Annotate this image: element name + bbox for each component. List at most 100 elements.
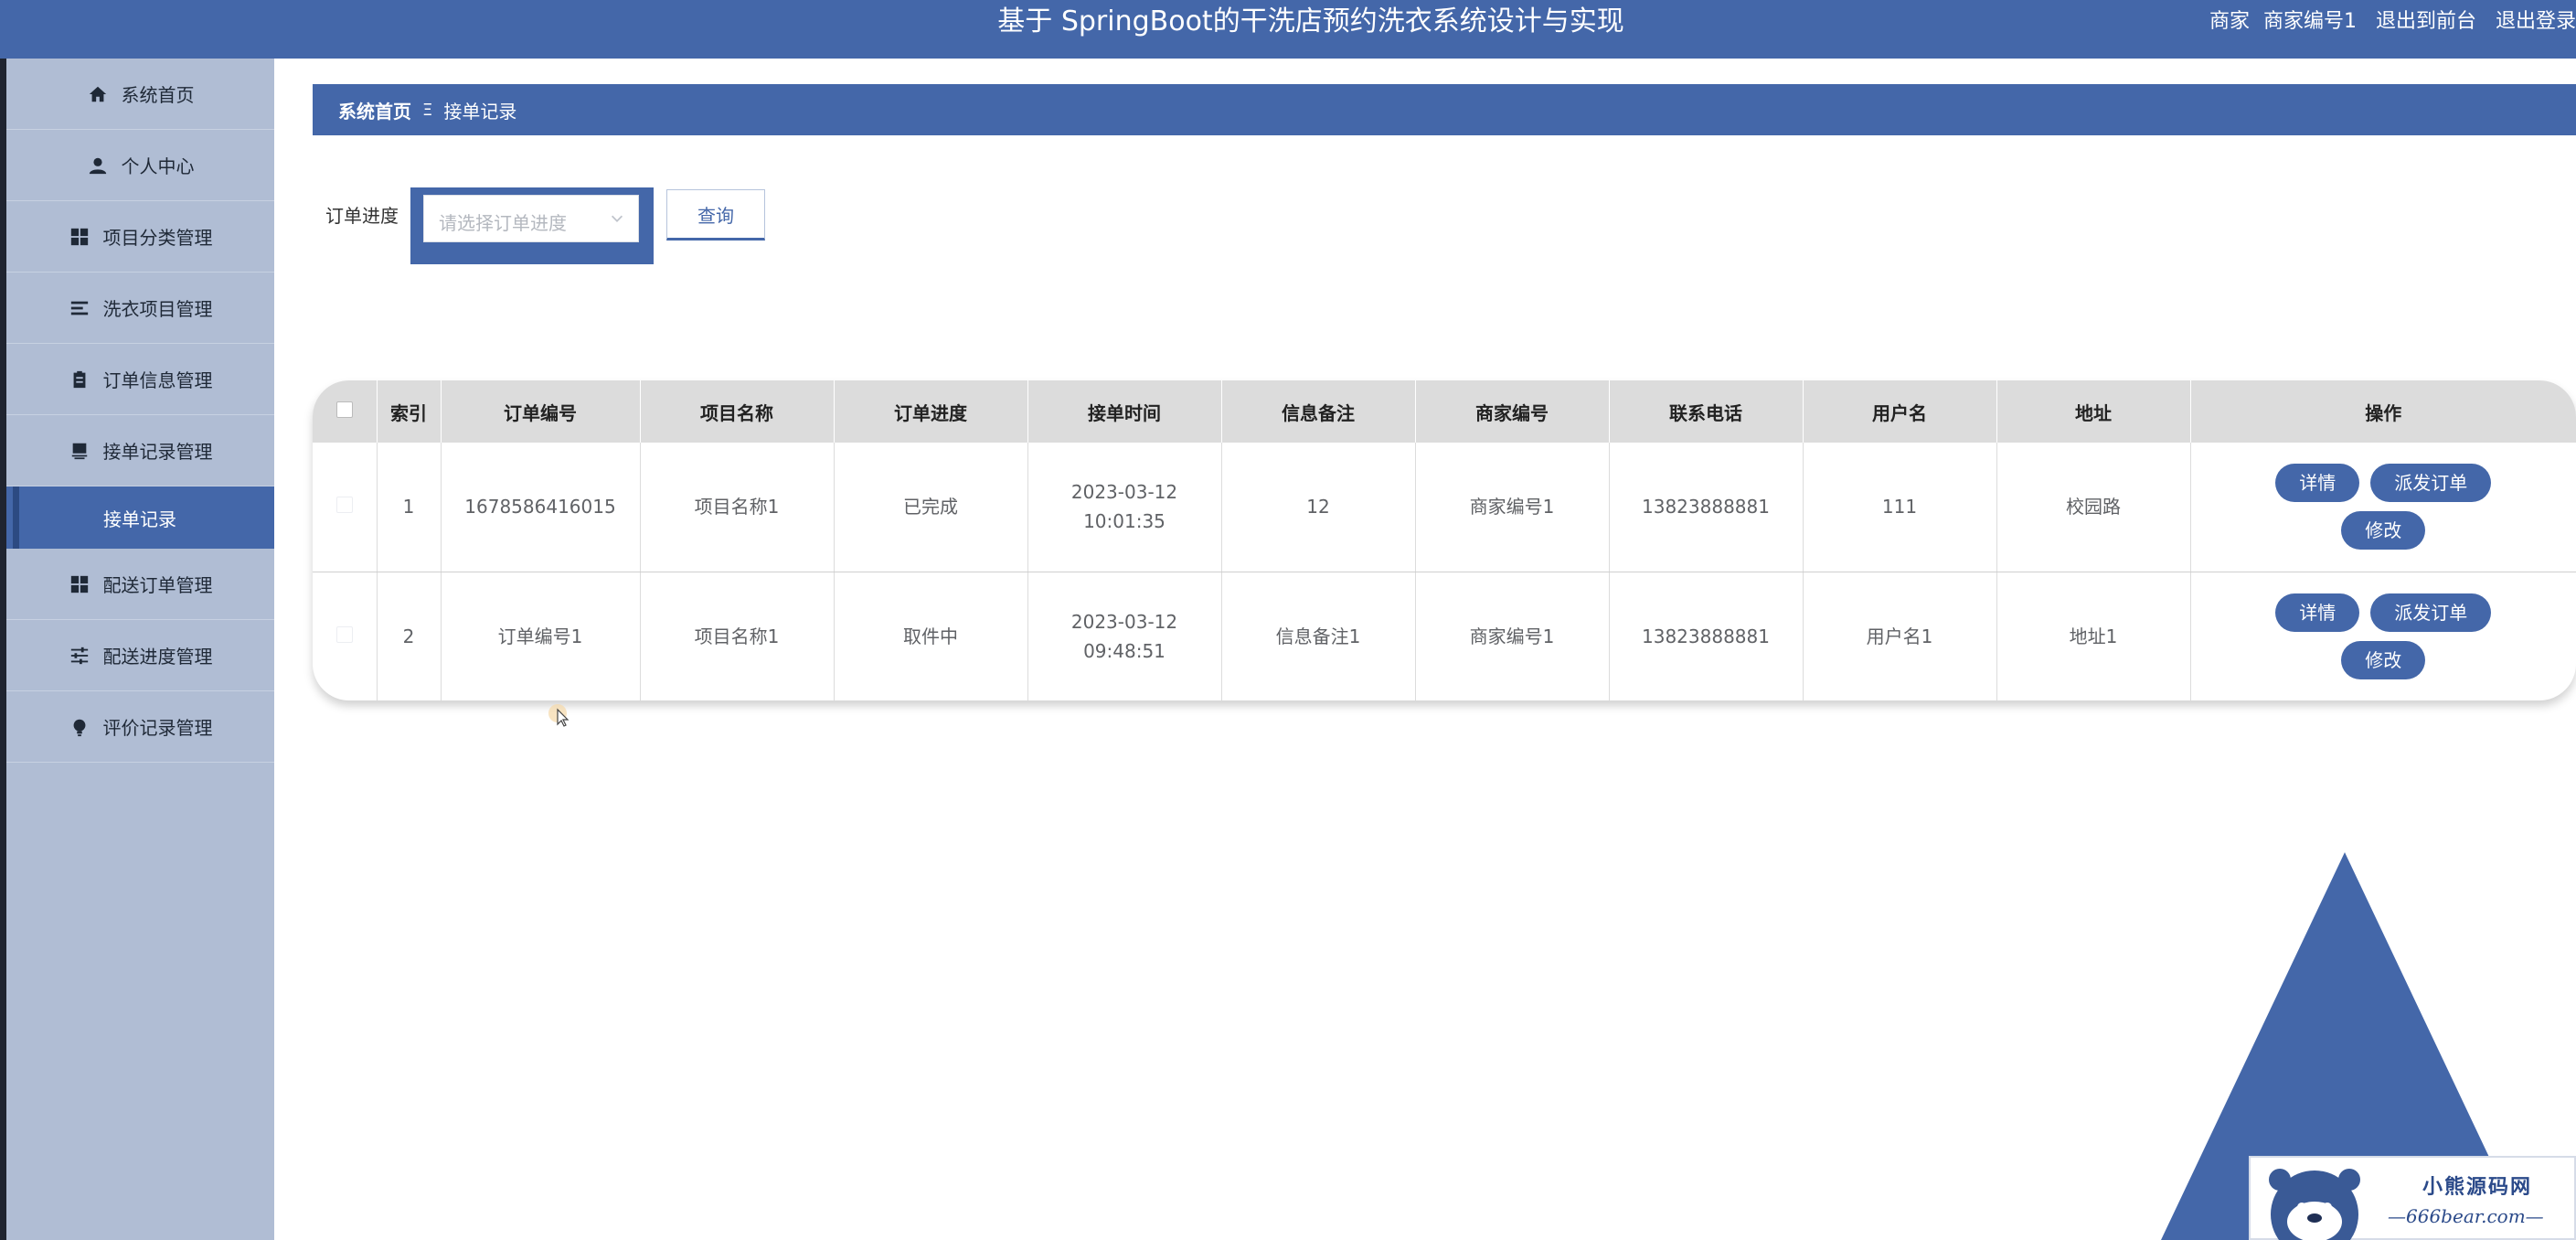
col-header: 项目名称 xyxy=(640,380,835,443)
cell-order-no: 订单编号1 xyxy=(441,572,641,700)
clipboard-icon xyxy=(69,369,90,390)
col-header: 索引 xyxy=(377,380,442,443)
cell-index: 1 xyxy=(377,443,442,572)
sliders-icon xyxy=(69,645,90,667)
grid-icon xyxy=(69,573,90,595)
row-select-cell xyxy=(313,443,378,572)
to-front-link[interactable]: 退出到前台 xyxy=(2376,10,2476,33)
col-header: 联系电话 xyxy=(1609,380,1804,443)
col-header: 订单编号 xyxy=(441,380,641,443)
cell-item-name: 项目名称1 xyxy=(640,443,835,572)
cell-item-name: 项目名称1 xyxy=(640,572,835,700)
progress-select[interactable]: 请选择订单进度 xyxy=(423,195,639,242)
edit-button[interactable]: 修改 xyxy=(2341,511,2426,551)
chevron-down-icon xyxy=(611,215,623,222)
cell-time: 2023-03-12 09:48:51 xyxy=(1027,572,1222,700)
progress-filter-label: 订单进度 xyxy=(325,205,399,227)
sidebar-item-label: 配送进度管理 xyxy=(102,646,213,668)
cell-order-no: 1678586416015 xyxy=(441,443,641,572)
cell-time: 2023-03-12 10:01:35 xyxy=(1027,443,1222,572)
watermark-en-text: —666bear.com— xyxy=(2388,1205,2544,1227)
accept-record-table: 索引 订单编号 项目名称 订单进度 接单时间 信息备注 商家编号 联系电话 用户… xyxy=(313,380,2576,700)
cell-remark: 信息备注1 xyxy=(1221,572,1416,700)
sidebar-item-delivery-progress[interactable]: 配送进度管理 xyxy=(6,620,274,691)
cell-address: 校园路 xyxy=(1996,443,2191,572)
page-title: 基于 SpringBoot的干洗店预约洗衣系统设计与实现 xyxy=(997,5,1624,37)
user-icon xyxy=(87,155,109,176)
sidebar-item-label: 洗衣项目管理 xyxy=(102,298,213,320)
sidebar-item-home[interactable]: 系统首页 xyxy=(6,59,274,130)
detail-button[interactable]: 详情 xyxy=(2275,464,2360,503)
col-header: 地址 xyxy=(1996,380,2191,443)
sidebar-subitem-accept-record[interactable]: 接单记录 xyxy=(6,486,274,549)
cell-index: 2 xyxy=(377,572,442,700)
detail-button[interactable]: 详情 xyxy=(2275,593,2360,632)
table-row: 1 1678586416015 项目名称1 已完成 2023-03-12 10:… xyxy=(313,443,2576,572)
cell-actions: 详情 派发订单 修改 xyxy=(2190,443,2576,572)
bear-logo-icon xyxy=(2269,1169,2360,1240)
col-header: 信息备注 xyxy=(1221,380,1416,443)
cell-remark: 12 xyxy=(1221,443,1416,572)
cell-username: 用户名1 xyxy=(1803,572,1997,700)
sidebar-item-label: 接单记录管理 xyxy=(102,441,213,463)
left-edge xyxy=(0,59,6,1240)
cell-address: 地址1 xyxy=(1996,572,2191,700)
logout-link[interactable]: 退出登录 xyxy=(2496,10,2576,33)
col-header: 用户名 xyxy=(1803,380,1997,443)
sidebar-item-label: 评价记录管理 xyxy=(102,717,213,739)
col-header: 操作 xyxy=(2190,380,2576,443)
edit-button[interactable]: 修改 xyxy=(2341,640,2426,679)
select-all-cell xyxy=(313,380,378,443)
breadcrumb-separator: Ξ xyxy=(422,100,433,120)
cell-merchant-no: 商家编号1 xyxy=(1415,443,1610,572)
cell-progress: 已完成 xyxy=(834,443,1028,572)
sidebar-item-label: 订单信息管理 xyxy=(102,369,213,391)
user-area: 商家 商家编号1 退出到前台 退出登录 xyxy=(2202,0,2576,44)
sidebar: 系统首页 个人中心 项目分类管理 洗衣项目管理 订单信息管理 接单记录管理 接单… xyxy=(6,59,274,1240)
sidebar-subitem-label: 接单记录 xyxy=(103,508,176,530)
cell-phone: 13823888881 xyxy=(1609,572,1804,700)
sidebar-item-orders[interactable]: 订单信息管理 xyxy=(6,344,274,415)
sidebar-item-label: 配送订单管理 xyxy=(102,574,213,596)
progress-select-placeholder: 请选择订单进度 xyxy=(439,212,567,234)
sidebar-item-label: 项目分类管理 xyxy=(102,227,213,249)
cell-progress: 取件中 xyxy=(834,572,1028,700)
row-checkbox[interactable] xyxy=(335,625,353,643)
stamp-icon xyxy=(69,440,90,462)
sidebar-item-personal[interactable]: 个人中心 xyxy=(6,130,274,201)
sidebar-item-accept[interactable]: 接单记录管理 xyxy=(6,415,274,486)
top-header: 基于 SpringBoot的干洗店预约洗衣系统设计与实现 商家 商家编号1 退出… xyxy=(0,0,2576,59)
dispatch-order-button[interactable]: 派发订单 xyxy=(2370,593,2492,632)
col-header: 商家编号 xyxy=(1415,380,1610,443)
table-row: 2 订单编号1 项目名称1 取件中 2023-03-12 09:48:51 信息… xyxy=(313,572,2576,700)
dispatch-order-button[interactable]: 派发订单 xyxy=(2370,464,2492,503)
col-header: 接单时间 xyxy=(1027,380,1222,443)
breadcrumb-home[interactable]: 系统首页 xyxy=(338,97,411,123)
breadcrumb-current: 接单记录 xyxy=(443,100,517,123)
grid-icon xyxy=(69,226,90,248)
col-header: 订单进度 xyxy=(834,380,1028,443)
progress-select-wrapper: 请选择订单进度 xyxy=(410,187,654,264)
watermark-logo: 小熊源码网 —666bear.com— xyxy=(2249,1156,2576,1240)
cell-actions: 详情 派发订单 修改 xyxy=(2190,572,2576,700)
select-all-checkbox[interactable] xyxy=(335,401,353,418)
mouse-cursor-icon xyxy=(548,704,569,727)
watermark-cn-text: 小熊源码网 xyxy=(2422,1175,2533,1199)
home-icon xyxy=(87,83,109,105)
user-name: 商家编号1 xyxy=(2262,10,2357,33)
query-button[interactable]: 查询 xyxy=(666,189,765,241)
sidebar-item-category[interactable]: 项目分类管理 xyxy=(6,201,274,273)
row-checkbox[interactable] xyxy=(335,497,353,514)
cell-merchant-no: 商家编号1 xyxy=(1415,572,1610,700)
sidebar-item-review[interactable]: 评价记录管理 xyxy=(6,691,274,763)
bulb-icon xyxy=(69,716,90,738)
sidebar-item-label: 系统首页 xyxy=(121,84,195,106)
user-role: 商家 xyxy=(2209,10,2250,33)
list-icon xyxy=(69,297,90,319)
table-header-row: 索引 订单编号 项目名称 订单进度 接单时间 信息备注 商家编号 联系电话 用户… xyxy=(313,380,2576,443)
sidebar-item-delivery-order[interactable]: 配送订单管理 xyxy=(6,549,274,620)
cell-username: 111 xyxy=(1803,443,1997,572)
breadcrumb: 系统首页 Ξ 接单记录 xyxy=(313,84,2576,135)
cell-phone: 13823888881 xyxy=(1609,443,1804,572)
sidebar-item-laundry[interactable]: 洗衣项目管理 xyxy=(6,273,274,344)
